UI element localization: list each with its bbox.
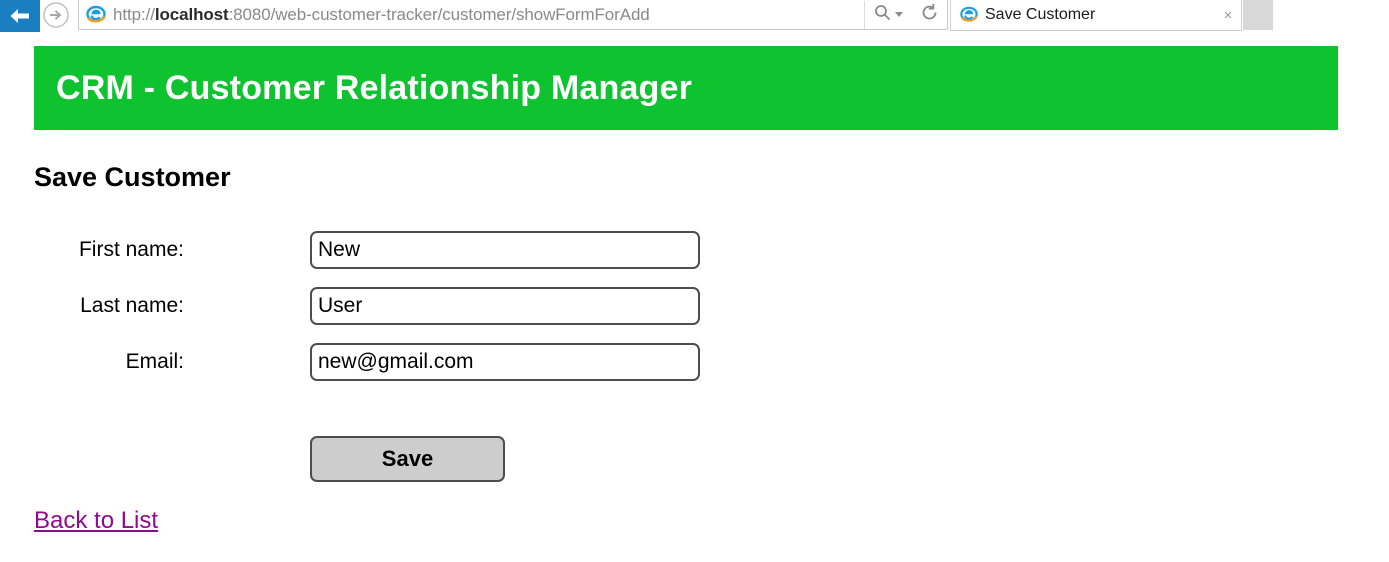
new-tab-button[interactable] (1243, 0, 1273, 30)
back-button[interactable] (0, 0, 40, 32)
tab-strip: Save Customer × (950, 0, 1274, 31)
email-label: Email: (125, 350, 184, 373)
form-row-last-name: Last name: (0, 278, 1389, 334)
email-input[interactable] (310, 343, 700, 381)
form-actions: Save (0, 436, 1389, 482)
internet-explorer-icon (85, 4, 107, 26)
customer-form: First name: Last name: Email: Save (0, 222, 1389, 482)
back-arrow-icon (8, 6, 32, 26)
page-title: Save Customer (34, 162, 231, 192)
app-title: CRM - Customer Relationship Manager (56, 68, 693, 107)
search-button[interactable] (864, 0, 911, 29)
save-button[interactable]: Save (310, 436, 505, 482)
app-banner: CRM - Customer Relationship Manager (34, 46, 1338, 130)
forward-button[interactable] (42, 1, 70, 34)
tab-title: Save Customer (985, 6, 1096, 23)
refresh-icon (920, 3, 939, 27)
forward-arrow-icon (42, 1, 70, 34)
tab-save-customer[interactable]: Save Customer × (950, 0, 1242, 31)
url-host: localhost (154, 4, 229, 24)
internet-explorer-icon (959, 5, 979, 25)
search-icon (874, 4, 891, 26)
first-name-label: First name: (78, 238, 184, 261)
last-name-label: Last name: (80, 294, 184, 317)
browser-chrome: http://localhost:8080/web-customer-track… (0, 0, 1389, 32)
first-name-input[interactable] (310, 231, 700, 269)
form-row-first-name: First name: (0, 222, 1389, 278)
page-content: CRM - Customer Relationship Manager Save… (0, 32, 1389, 562)
refresh-button[interactable] (911, 1, 947, 29)
chevron-down-icon (894, 12, 903, 17)
back-to-list-link[interactable]: Back to List (34, 507, 158, 535)
form-row-email: Email: (0, 334, 1389, 390)
close-icon[interactable]: × (1215, 7, 1241, 24)
url-path: :8080/web-customer-tracker/customer/show… (228, 4, 650, 24)
address-bar[interactable]: http://localhost:8080/web-customer-track… (78, 0, 948, 30)
url-scheme: http:// (113, 4, 155, 24)
address-bar-url[interactable]: http://localhost:8080/web-customer-track… (113, 5, 864, 25)
last-name-input[interactable] (310, 287, 700, 325)
